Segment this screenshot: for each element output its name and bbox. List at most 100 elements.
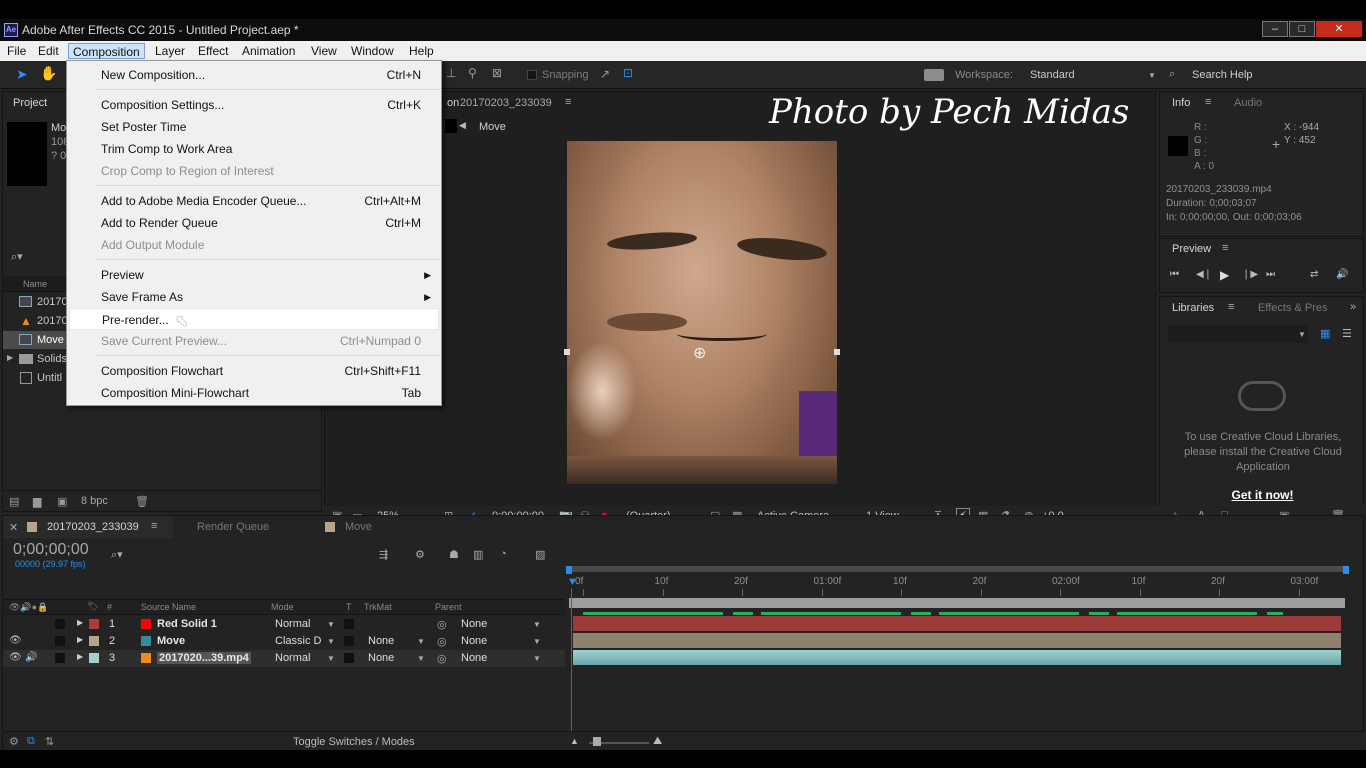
grid-view-icon[interactable]: ▦ (1320, 327, 1330, 340)
disclosure-triangle-icon[interactable]: ▶ (77, 635, 83, 644)
selection-tool-icon[interactable]: ➤ (16, 66, 28, 83)
interpret-footage-icon[interactable]: ▤ (9, 495, 19, 508)
menu-help[interactable]: Help (405, 43, 438, 59)
layer-trkmat-select[interactable]: None (368, 652, 394, 664)
snap-option-icon[interactable]: ↗ (600, 67, 610, 81)
library-chevron-down-icon[interactable]: ▼ (1298, 330, 1306, 339)
libraries-tab[interactable]: Libraries (1172, 302, 1214, 314)
visibility-eye-icon[interactable]: 👁 (9, 652, 22, 663)
menu-effect[interactable]: Effect (194, 43, 232, 59)
maximize-button[interactable]: □ (1289, 21, 1315, 37)
toggle-switches-modes-button[interactable]: Toggle Switches / Modes (293, 736, 415, 748)
panel-menu-icon[interactable]: ≡ (1228, 301, 1234, 313)
menu-item[interactable]: New Composition... Ctrl+N (69, 64, 439, 86)
layer-handle[interactable] (564, 349, 570, 355)
track-bar-move[interactable] (573, 633, 1341, 648)
workspace-chevron-down-icon[interactable]: ▼ (1148, 71, 1156, 80)
parent-chevron-down-icon[interactable]: ▼ (533, 620, 541, 629)
snapping-checkbox[interactable] (527, 70, 537, 80)
layer-row[interactable]: ▶ 1 Red Solid 1 Normal ▼ ◎ None ▼ (3, 616, 565, 633)
comp-mini-flowchart-icon[interactable]: ⇶ (379, 548, 388, 561)
work-area-start-handle[interactable] (566, 566, 572, 574)
audio-tab[interactable]: Audio (1234, 97, 1262, 109)
new-composition-icon[interactable]: ▣ (57, 495, 67, 508)
menu-item[interactable]: Composition Flowchart Ctrl+Shift+F11 (69, 360, 439, 382)
back-arrow-icon[interactable]: ◀ (459, 120, 466, 131)
panel-menu-icon[interactable]: ≡ (1222, 242, 1228, 254)
menu-item[interactable]: Preview ▶ (69, 264, 439, 286)
layer-source-name[interactable]: Red Solid 1 (157, 618, 217, 630)
workspace-icon[interactable] (924, 69, 944, 81)
menu-item[interactable]: Pre-render... (69, 308, 439, 330)
frame-blending-icon[interactable]: ▥ (473, 548, 483, 561)
first-frame-icon[interactable]: ⏮ (1170, 269, 1179, 280)
layer-mode-select[interactable]: Normal (275, 652, 310, 664)
bpc-label[interactable]: 8 bpc (81, 495, 108, 507)
label-column-icon[interactable]: 🏷 (87, 601, 98, 612)
menu-item[interactable]: Add to Adobe Media Encoder Queue... Ctrl+… (69, 190, 439, 212)
menu-composition[interactable]: Composition (68, 43, 145, 59)
layer-source-name[interactable]: Move (157, 635, 185, 647)
preserve-transparency-switch[interactable] (344, 653, 354, 663)
panel-menu-icon[interactable]: ≡ (565, 96, 571, 108)
new-folder-icon[interactable]: ▆ (33, 495, 41, 508)
motion-blur-icon[interactable]: ◔ (500, 548, 507, 560)
playhead-line[interactable] (571, 588, 572, 748)
get-it-now-link[interactable]: Get it now! (1160, 488, 1365, 502)
panel-menu-icon[interactable]: ≡ (1205, 96, 1211, 108)
play-icon[interactable]: ▶ (1220, 268, 1229, 282)
visibility-eye-icon[interactable]: 👁 (9, 635, 22, 646)
column-source-name[interactable]: Source Name (141, 602, 196, 612)
time-navigator[interactable] (569, 598, 1345, 608)
menu-file[interactable]: File (3, 43, 30, 59)
parent-pickwhip-icon[interactable]: ◎ (437, 618, 447, 631)
roto-tool-icon[interactable]: ⊠ (492, 66, 502, 80)
render-queue-tab[interactable]: Render Queue (197, 521, 269, 533)
mode-chevron-down-icon[interactable]: ▼ (327, 620, 335, 629)
audio-speaker-icon[interactable]: 🔊 (1336, 269, 1348, 280)
work-area-end-handle[interactable] (1343, 566, 1349, 574)
work-area-bar[interactable] (569, 566, 1345, 572)
move-tab[interactable]: Move (345, 521, 372, 533)
menu-item[interactable]: Composition Settings... Ctrl+K (69, 94, 439, 116)
snap-extents-icon[interactable]: ⊡ (623, 66, 633, 80)
timeline-timecode[interactable]: 0;00;00;00 (13, 541, 89, 559)
timeline-tab-active[interactable]: ✕ 20170203_233039 ≡ (3, 516, 173, 538)
search-help-field[interactable]: Search Help (1192, 69, 1253, 81)
menu-item[interactable]: Save Frame As ▶ (69, 286, 439, 308)
mode-chevron-down-icon[interactable]: ▼ (327, 654, 335, 663)
layer-label-color[interactable] (89, 636, 99, 646)
trkmat-chevron-down-icon[interactable]: ▼ (417, 637, 425, 646)
panel-menu-icon[interactable]: ≡ (151, 520, 157, 532)
close-tab-icon[interactable]: ✕ (9, 521, 18, 534)
column-parent[interactable]: Parent (435, 602, 462, 612)
pin-tool-icon[interactable]: ⊥ (446, 66, 456, 80)
project-item-selected[interactable]: Move (3, 331, 69, 349)
layer-mode-select[interactable]: Classic D (275, 635, 321, 647)
close-button[interactable]: ✕ (1316, 21, 1362, 37)
lock-switch[interactable] (55, 619, 65, 629)
column-number[interactable]: # (107, 602, 112, 612)
list-view-icon[interactable]: ☰ (1342, 327, 1352, 340)
in-out-icon[interactable]: ⇅ (45, 735, 54, 748)
minimize-button[interactable]: – (1262, 21, 1288, 37)
layer-parent-select[interactable]: None (461, 652, 487, 664)
info-tab[interactable]: Info (1172, 97, 1190, 109)
preserve-transparency-switch[interactable] (344, 636, 354, 646)
menu-animation[interactable]: Animation (238, 43, 299, 59)
draft-3d-icon[interactable]: ⚙ (415, 548, 425, 561)
layer-parent-select[interactable]: None (461, 635, 487, 647)
menu-edit[interactable]: Edit (34, 43, 63, 59)
layer-trkmat-select[interactable]: None (368, 635, 394, 647)
menu-view[interactable]: View (307, 43, 341, 59)
parent-chevron-down-icon[interactable]: ▼ (533, 654, 541, 663)
menu-layer[interactable]: Layer (151, 43, 189, 59)
puppet-tool-icon[interactable]: ⚲ (468, 66, 477, 80)
effects-presets-tab[interactable]: Effects & Pres (1258, 302, 1328, 314)
zoom-slider-thumb[interactable] (593, 737, 601, 746)
column-trkmat[interactable]: TrkMat (364, 602, 392, 612)
video-frame[interactable] (567, 141, 837, 484)
layer-row[interactable]: 👁 ▶ 2 Move Classic D ▼ None ▼ ◎ None ▼ (3, 633, 565, 650)
menu-item[interactable]: Composition Mini-Flowchart Tab (69, 382, 439, 404)
mode-chevron-down-icon[interactable]: ▼ (327, 637, 335, 646)
